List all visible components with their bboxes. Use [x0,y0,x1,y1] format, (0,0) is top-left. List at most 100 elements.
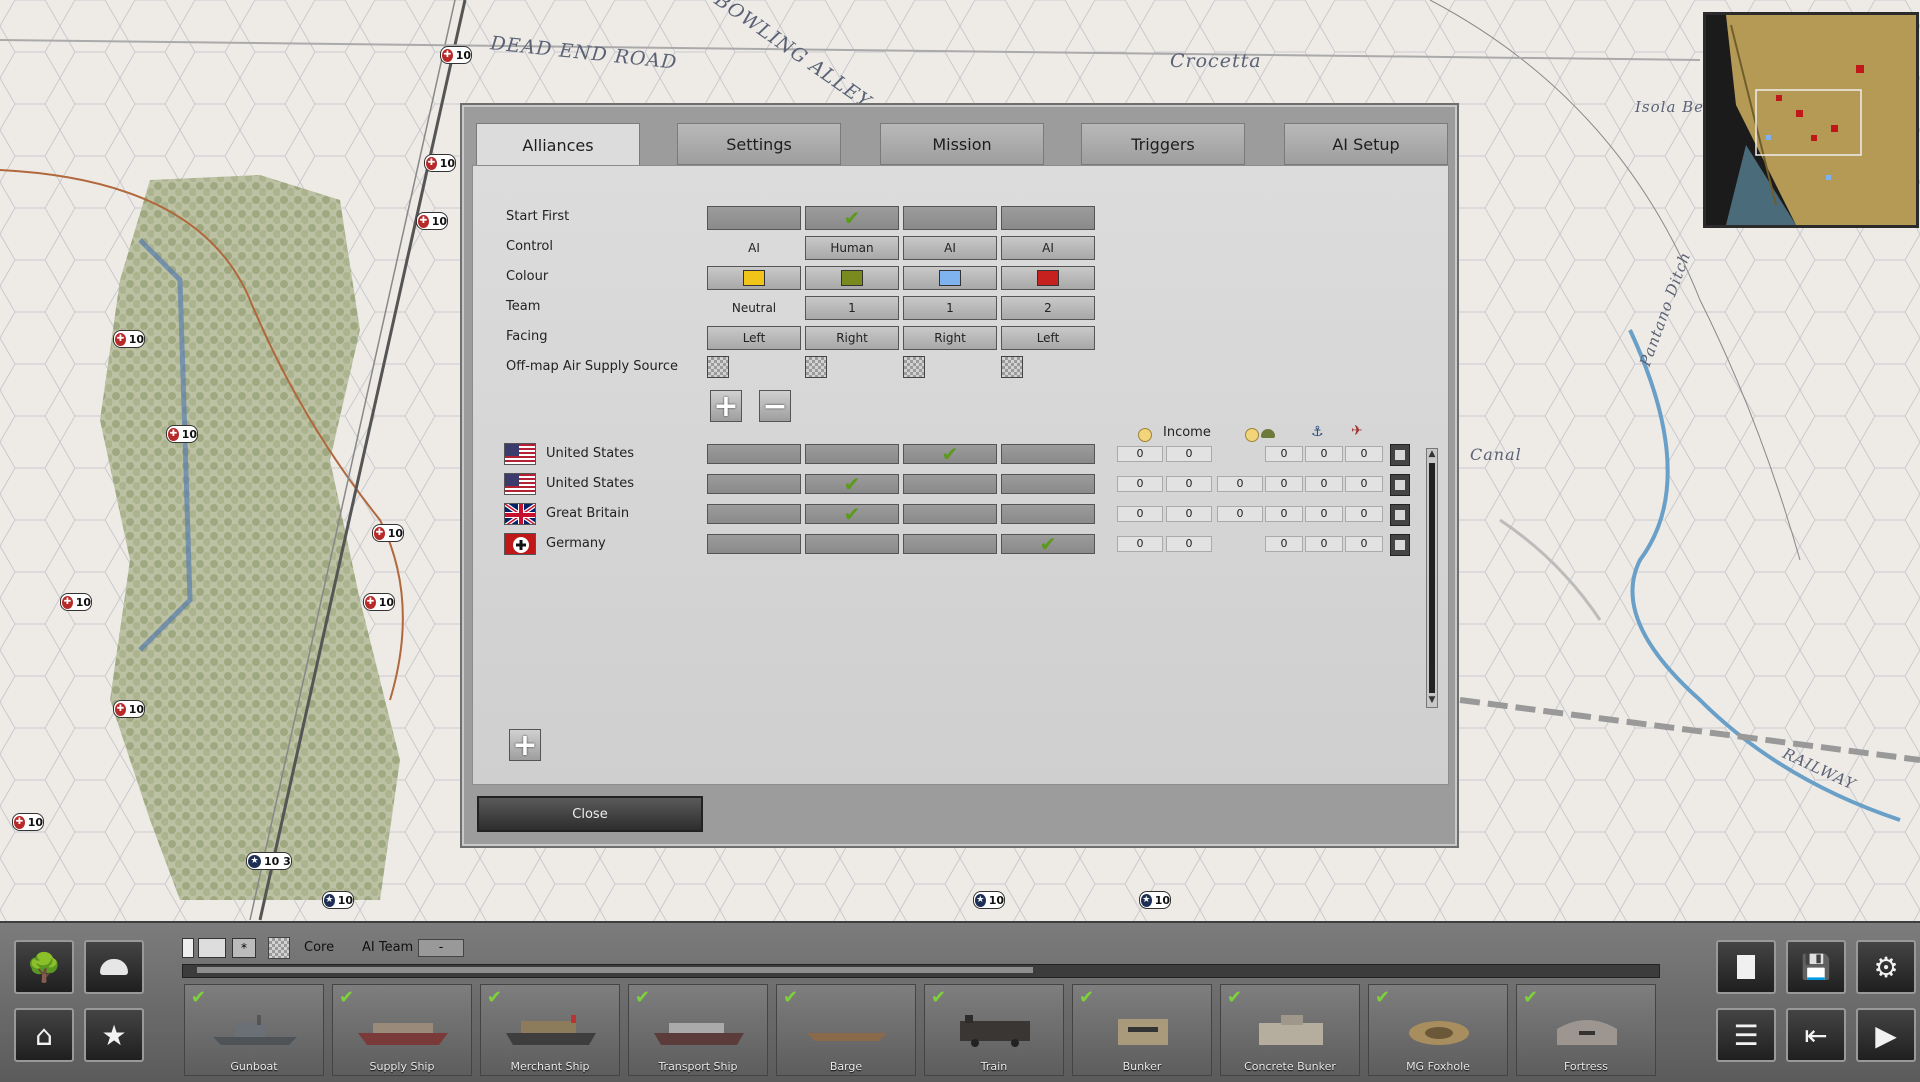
facing-select[interactable]: Right [805,326,899,350]
income-field[interactable]: 0 [1265,446,1303,462]
terrain-mode-button[interactable]: 🌳 [14,940,74,994]
minimap[interactable] [1703,12,1919,228]
team-select[interactable]: 2 [1001,296,1095,320]
exit-button[interactable]: ⇤ [1786,1008,1846,1062]
income-field[interactable]: 0 [1166,506,1212,522]
objectives-mode-button[interactable]: ⌂ [14,1008,74,1062]
start-first-cell[interactable]: ✔ [805,206,899,230]
unit-badge[interactable]: ★ 10 3 [246,852,292,870]
tab-settings[interactable]: Settings [677,123,841,165]
nation-list-scrollbar[interactable]: ▲ ▼ [1426,448,1438,708]
control-select[interactable]: AI [707,236,801,260]
add-side-button[interactable]: + [710,389,742,424]
nation-side-cell[interactable] [707,534,801,554]
air-supply-toggle[interactable] [707,356,729,378]
nation-side-cell[interactable] [805,444,899,464]
unit-card-train[interactable]: ✔ Train [924,984,1064,1076]
team-select[interactable]: 1 [903,296,997,320]
income-field[interactable]: 0 [1265,536,1303,552]
remove-side-button[interactable]: − [759,389,791,424]
nation-side-cell[interactable] [903,534,997,554]
unit-card-mg-foxhole[interactable]: ✔ MG Foxhole [1368,984,1508,1076]
income-field[interactable]: 0 [1117,446,1163,462]
colour-select[interactable] [903,266,997,290]
nation-options-button[interactable] [1390,474,1410,496]
nation-side-cell[interactable]: ✔ [805,504,899,524]
settings-button[interactable]: ⚙ [1856,940,1916,994]
income-field[interactable]: 0 [1166,476,1212,492]
income-field[interactable]: 0 [1166,446,1212,462]
control-select[interactable]: Human [805,236,899,260]
list-button[interactable]: ☰ [1716,1008,1776,1062]
nation-options-button[interactable] [1390,444,1410,466]
colour-select[interactable] [707,266,801,290]
income-field[interactable]: 0 [1117,506,1163,522]
star-mode-button[interactable]: ★ [84,1008,144,1062]
air-supply-toggle[interactable] [903,356,925,378]
nation-side-cell[interactable] [707,474,801,494]
income-field[interactable]: 0 [1345,476,1383,492]
unit-card-concrete-bunker[interactable]: ✔ Concrete Bunker [1220,984,1360,1076]
start-first-cell[interactable] [903,206,997,230]
tab-ai-setup[interactable]: AI Setup [1284,123,1448,165]
unit-badge[interactable]: ✚ 10 [113,330,145,348]
unit-card-fortress[interactable]: ✔ Fortress [1516,984,1656,1076]
nation-options-button[interactable] [1390,504,1410,526]
start-first-cell[interactable] [1001,206,1095,230]
new-scenario-button[interactable] [1716,940,1776,994]
nation-side-cell[interactable] [707,444,801,464]
income-field[interactable]: 0 [1305,476,1343,492]
income-field[interactable]: 0 [1345,536,1383,552]
unit-badge[interactable]: ✚ 10 [416,212,448,230]
nation-side-cell[interactable]: ✔ [903,444,997,464]
nation-side-cell[interactable] [1001,444,1095,464]
income-field[interactable]: 0 [1305,536,1343,552]
scroll-up-icon[interactable]: ▲ [1427,449,1437,461]
tab-triggers[interactable]: Triggers [1081,123,1245,165]
air-supply-toggle[interactable] [1001,356,1023,378]
income-field[interactable]: 0 [1217,476,1263,492]
control-select[interactable]: AI [903,236,997,260]
income-field[interactable]: 0 [1117,476,1163,492]
unit-card-supply-ship[interactable]: ✔ Supply Ship [332,984,472,1076]
unit-card-barge[interactable]: ✔ Barge [776,984,916,1076]
nation-side-cell[interactable]: ✔ [1001,534,1095,554]
colour-select[interactable] [805,266,899,290]
nation-side-cell[interactable] [903,474,997,494]
control-select[interactable]: AI [1001,236,1095,260]
nation-side-cell[interactable] [1001,504,1095,524]
income-field[interactable]: 0 [1345,446,1383,462]
unit-badge[interactable]: ✚ 10 [424,154,456,172]
team-select[interactable]: 1 [805,296,899,320]
team-select[interactable]: Neutral [707,296,801,320]
nation-options-button[interactable] [1390,534,1410,556]
unit-badge[interactable]: ★ 10 [1139,891,1171,909]
checker-toggle[interactable] [268,937,290,959]
air-supply-toggle[interactable] [805,356,827,378]
unit-badge[interactable]: ✚ 10 [166,425,198,443]
unit-badge[interactable]: ✚ 10 [440,46,472,64]
facing-select[interactable]: Right [903,326,997,350]
tab-mission[interactable]: Mission [880,123,1044,165]
ai-team-select[interactable]: - [418,939,464,957]
income-field[interactable]: 0 [1217,506,1263,522]
colour-select[interactable] [1001,266,1095,290]
units-mode-button[interactable] [84,940,144,994]
scrollbar-thumb[interactable] [1429,463,1435,693]
unit-badge[interactable]: ✚ 10 [12,813,44,831]
nation-side-cell[interactable] [707,504,801,524]
filter-toggle[interactable] [198,938,226,958]
color-swatch[interactable] [182,938,194,958]
facing-select[interactable]: Left [1001,326,1095,350]
unit-badge[interactable]: ★ 10 [322,891,354,909]
nation-side-cell[interactable] [1001,474,1095,494]
unit-list-scrollbar[interactable] [182,964,1660,978]
play-button[interactable]: ▶ [1856,1008,1916,1062]
unit-card-bunker[interactable]: ✔ Bunker [1072,984,1212,1076]
income-field[interactable]: 0 [1166,536,1212,552]
unit-badge[interactable]: ★ 10 [973,891,1005,909]
nation-side-cell[interactable] [805,534,899,554]
unit-badge[interactable]: ✚ 10 [363,593,395,611]
income-field[interactable]: 0 [1265,476,1303,492]
income-field[interactable]: 0 [1265,506,1303,522]
